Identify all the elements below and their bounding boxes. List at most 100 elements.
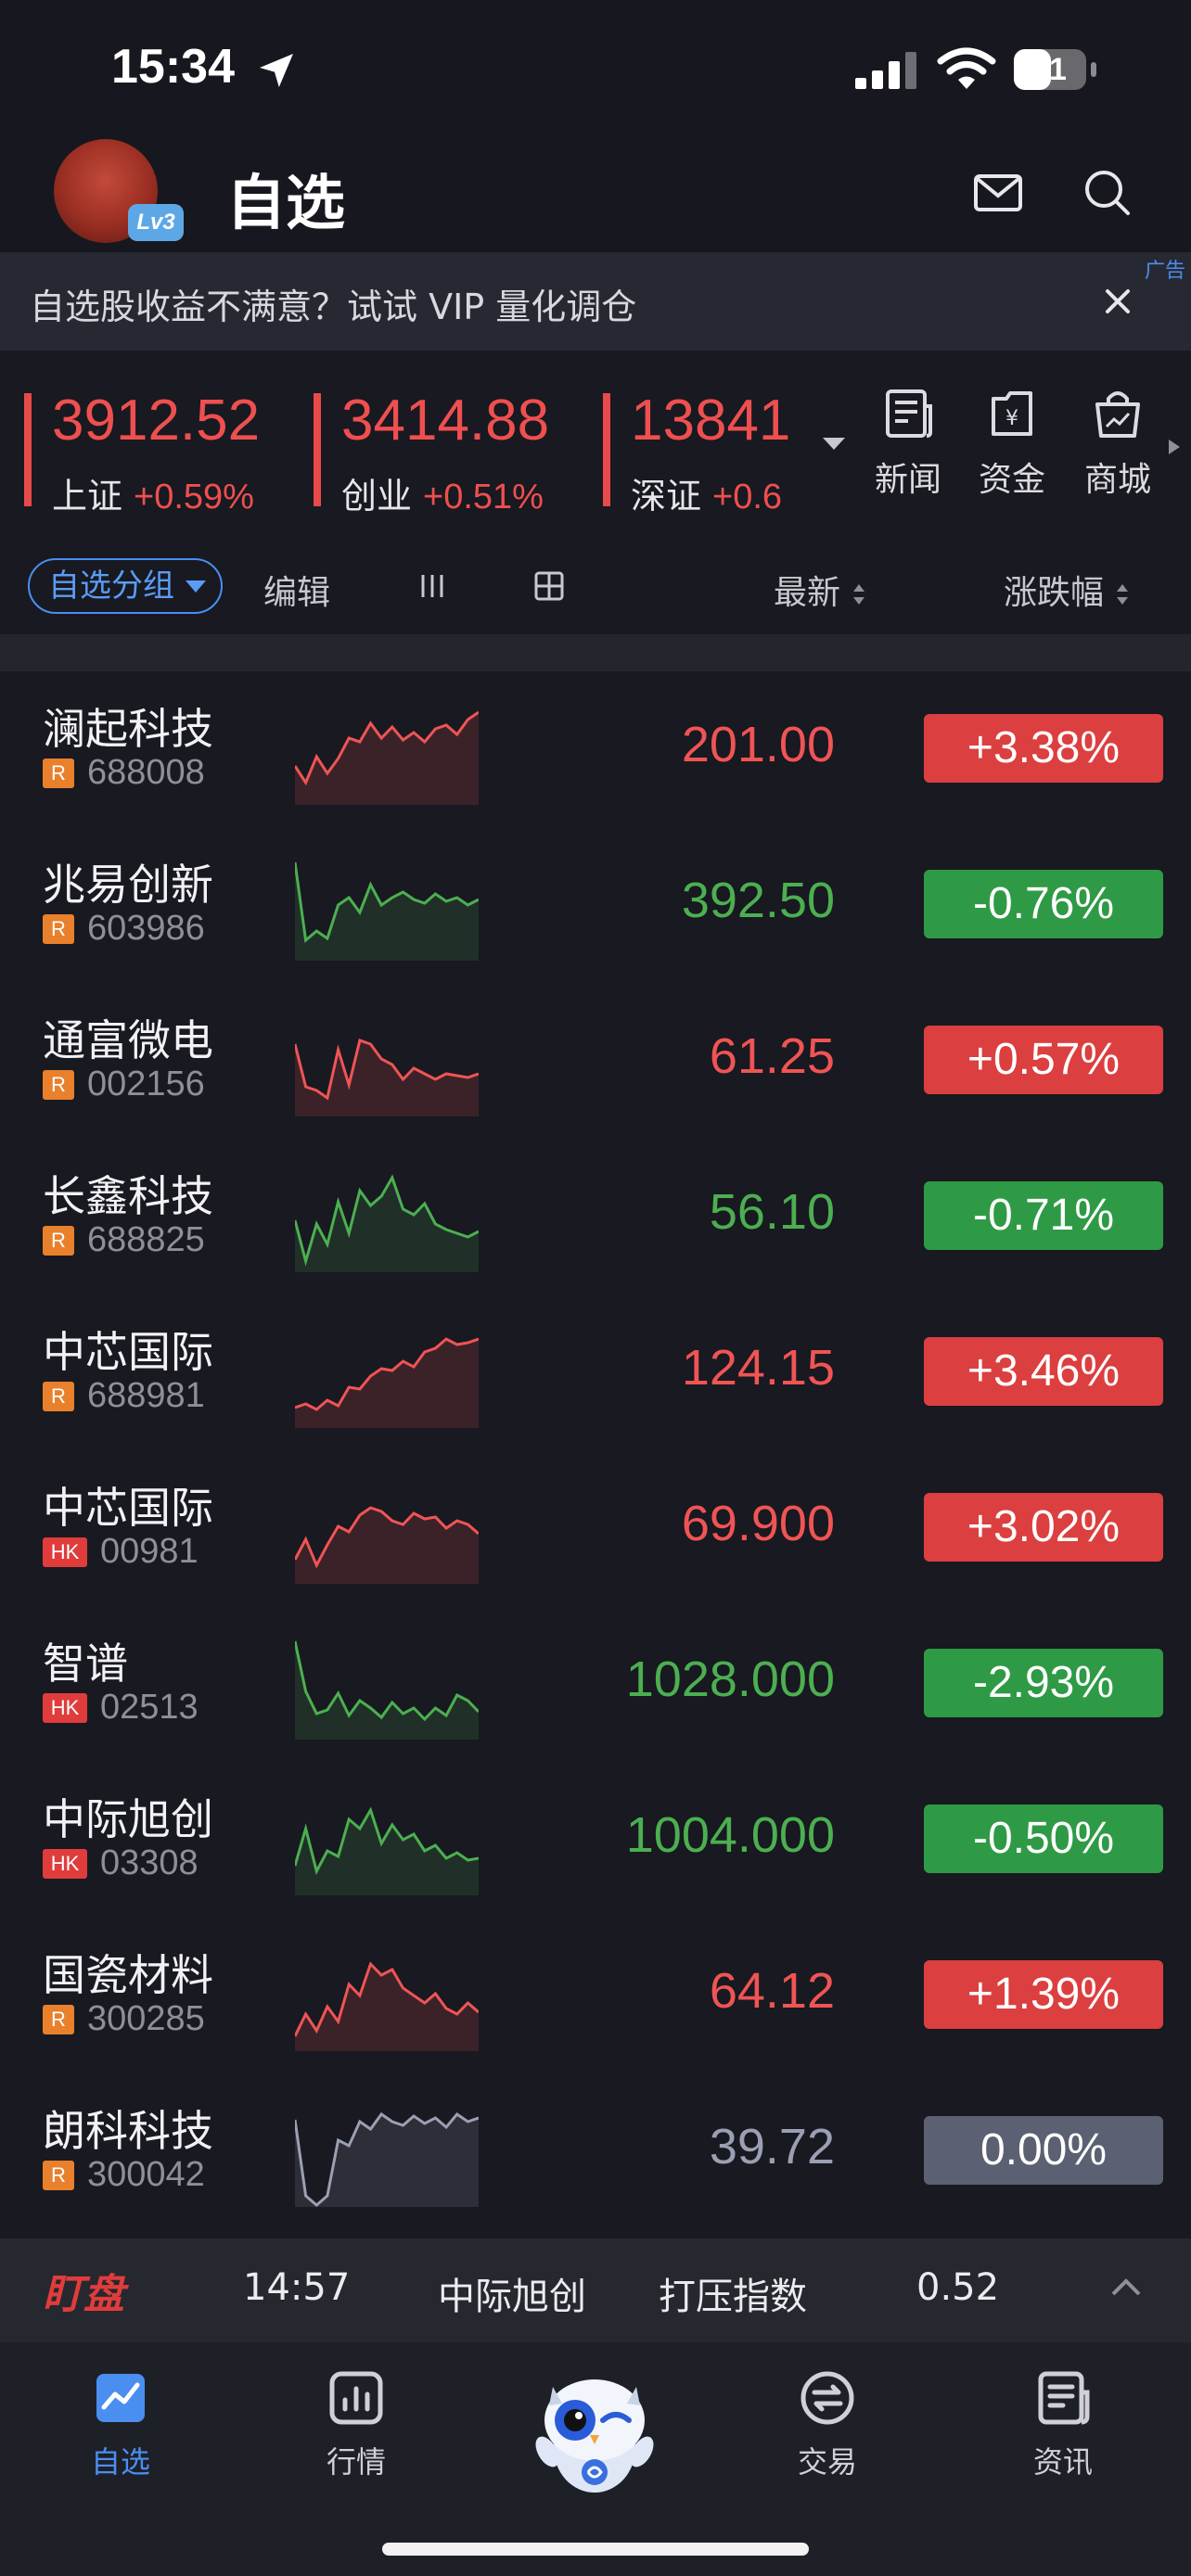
sort-latest-button[interactable]: 最新	[774, 566, 866, 614]
search-icon[interactable]	[1080, 165, 1135, 221]
trade-icon	[800, 2371, 854, 2425]
sparkline-area	[295, 862, 479, 961]
info-icon	[1038, 2371, 1090, 2425]
index-shenzhen[interactable]: 13841 深证 +0.6	[603, 388, 816, 517]
change-badge[interactable]: -2.93%	[924, 1649, 1163, 1717]
stock-code: 300042	[87, 2155, 205, 2194]
quick-funds[interactable]: ¥ 资金	[970, 384, 1054, 501]
stock-code: 002156	[87, 1065, 205, 1103]
battery-level: 51	[1031, 52, 1067, 87]
sparkline-chart	[295, 1039, 479, 1116]
change-badge[interactable]: 0.00%	[924, 2116, 1163, 2185]
home-indicator	[382, 2543, 809, 2556]
chevron-right-icon[interactable]	[1165, 436, 1184, 458]
market-badge: R	[43, 1070, 74, 1100]
stock-code: 688008	[87, 753, 205, 792]
close-icon[interactable]	[1096, 280, 1139, 323]
stock-row[interactable]: 中芯国际 R 688981 124.15 +3.46%	[0, 1294, 1191, 1450]
change-badge[interactable]: +3.02%	[924, 1493, 1163, 1562]
tab-info[interactable]: 资讯	[998, 2365, 1128, 2481]
stock-code: 03308	[100, 1843, 198, 1882]
sparkline-chart	[295, 1640, 479, 1740]
stock-price: 1028.000	[625, 1651, 835, 1707]
change-badge[interactable]: +3.38%	[924, 714, 1163, 783]
edit-button[interactable]: 编辑	[263, 566, 330, 614]
index-change: +0.59%	[134, 478, 254, 516]
mail-icon[interactable]	[970, 165, 1026, 221]
ad-tag: 广告	[1144, 260, 1185, 283]
stock-row[interactable]: 智谱 HK 02513 1028.000 -2.93%	[0, 1606, 1191, 1762]
stock-code: 00981	[100, 1532, 198, 1571]
sort-change-button[interactable]: 涨跌幅	[1004, 566, 1130, 614]
index-bar	[24, 393, 32, 506]
ad-banner[interactable]: 自选股收益不满意？试试 VIP 量化调仓 广告	[0, 252, 1191, 351]
sparkline-chart	[295, 1506, 479, 1584]
change-badge[interactable]: -0.50%	[924, 1804, 1163, 1873]
index-value: 3414.88	[341, 389, 550, 453]
sparkline-chart	[295, 1337, 479, 1428]
change-badge[interactable]: +1.39%	[924, 1960, 1163, 2029]
market-icon	[329, 2371, 383, 2425]
index-bar	[314, 393, 321, 506]
stock-name: 中际旭创	[43, 1794, 213, 1844]
sparkline-chart	[295, 1806, 479, 1895]
stock-name: 兆易创新	[43, 860, 213, 910]
chevron-up-icon[interactable]	[1109, 2276, 1143, 2298]
change-badge[interactable]: -0.76%	[924, 870, 1163, 938]
tab-trade[interactable]: 交易	[762, 2365, 892, 2481]
index-chinext[interactable]: 3414.88 创业 +0.51%	[314, 388, 592, 517]
market-badge: R	[43, 914, 74, 944]
sparkline-chart	[295, 861, 479, 961]
battery-indicator: 51	[1013, 48, 1100, 91]
tab-market[interactable]: 行情	[291, 2365, 421, 2481]
stock-price: 69.900	[681, 1496, 835, 1551]
stock-row[interactable]: 中际旭创 HK 03308 1004.000 -0.50%	[0, 1762, 1191, 1918]
watch-ticker[interactable]: 盯盘 14:57 中际旭创 打压指数 0.52	[0, 2238, 1191, 2342]
funds-icon: ¥	[992, 391, 1032, 436]
tab-label: 交易	[797, 2444, 857, 2480]
status-time: 15:34	[111, 40, 235, 94]
mall-icon	[1095, 391, 1140, 438]
sort-latest-label: 最新	[774, 574, 841, 612]
stock-row[interactable]: 澜起科技 R 688008 201.00 +3.38%	[0, 671, 1191, 827]
index-value: 3912.52	[52, 389, 261, 453]
sparkline-area	[295, 1964, 479, 2051]
stock-row[interactable]: 中芯国际 HK 00981 69.900 +3.02%	[0, 1450, 1191, 1606]
stock-row[interactable]: 国瓷材料 R 300285 64.12 +1.39%	[0, 1918, 1191, 2073]
market-badge: R	[43, 2005, 74, 2034]
owl-mascot-icon[interactable]	[525, 2363, 664, 2502]
tab-label: 自选	[90, 2444, 150, 2480]
change-badge[interactable]: +3.46%	[924, 1337, 1163, 1406]
columns-icon[interactable]	[414, 567, 451, 605]
grid-icon[interactable]	[531, 567, 568, 605]
ad-text: 自选股收益不满意？试试 VIP 量化调仓	[30, 287, 637, 327]
sparkline-chart	[295, 1174, 479, 1272]
tab-bar: 自选 行情 交易 资讯	[0, 2342, 1191, 2576]
stock-price: 64.12	[709, 1963, 835, 2019]
stock-row[interactable]: 朗科科技 R 300042 39.72 0.00%	[0, 2073, 1191, 2229]
sparkline-area	[295, 2114, 479, 2207]
sparkline-line	[295, 1640, 479, 1722]
stock-row[interactable]: 兆易创新 R 603986 392.50 -0.76%	[0, 827, 1191, 983]
stock-name: 澜起科技	[43, 704, 213, 754]
stock-row[interactable]: 通富微电 R 002156 61.25 +0.57%	[0, 983, 1191, 1139]
change-badge[interactable]: +0.57%	[924, 1026, 1163, 1094]
index-change: +0.6	[712, 478, 783, 516]
quick-news[interactable]: 新闻	[866, 384, 950, 501]
sparkline-area	[295, 1810, 479, 1895]
stock-name: 长鑫科技	[43, 1171, 213, 1221]
quick-mall[interactable]: 商城	[1076, 384, 1159, 501]
watchlist-icon	[96, 2374, 145, 2422]
chevron-down-icon[interactable]	[820, 434, 848, 453]
tab-watchlist[interactable]: 自选	[56, 2365, 186, 2481]
watchlist-group-button[interactable]: 自选分组	[28, 558, 223, 614]
index-name: 深证	[631, 476, 702, 516]
sparkline-area	[295, 1339, 479, 1428]
ticker-logo: 盯盘	[43, 2271, 124, 2318]
index-bar	[603, 393, 610, 506]
stock-code: 300285	[87, 1999, 205, 2038]
stock-row[interactable]: 长鑫科技 R 688825 56.10 -0.71%	[0, 1139, 1191, 1294]
change-badge[interactable]: -0.71%	[924, 1181, 1163, 1250]
market-badge: R	[43, 1382, 74, 1411]
index-shanghai[interactable]: 3912.52 上证 +0.59%	[24, 388, 302, 517]
